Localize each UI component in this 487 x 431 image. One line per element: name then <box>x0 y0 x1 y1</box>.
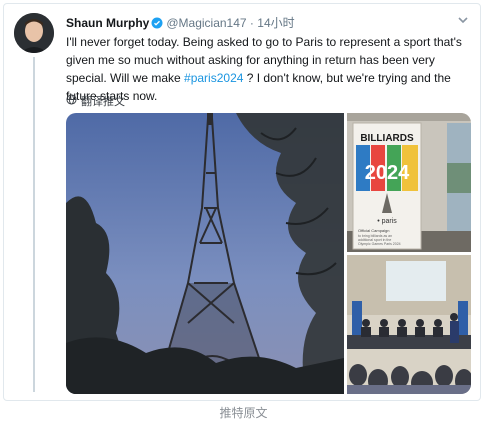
press-conference-photo[interactable] <box>347 255 471 394</box>
translate-button[interactable]: 翻译推文 <box>66 93 125 109</box>
media-grid: BILLIARDS 2024 • paris Official Campaign… <box>66 113 471 394</box>
chevron-down-icon[interactable] <box>456 13 470 27</box>
banner-city: • paris <box>377 218 397 225</box>
author-name[interactable]: Shaun Murphy <box>66 16 149 30</box>
banner-year: 2024 <box>365 162 410 184</box>
caption-original-tweet: 推特原文 <box>219 406 268 420</box>
tweet-card: Shaun Murphy @Magician147 · 14小时 I'll nev… <box>3 3 481 401</box>
hashtag-link[interactable]: #paris2024 <box>184 71 243 85</box>
billiards-banner-photo[interactable]: BILLIARDS 2024 • paris Official Campaign… <box>347 113 471 252</box>
avatar[interactable] <box>14 13 54 53</box>
globe-icon <box>66 94 77 108</box>
translate-label: 翻译推文 <box>81 96 125 108</box>
separator-dot: · <box>249 16 254 30</box>
banner-subtitle: Official Campaign <box>358 228 390 233</box>
tweet-header: Shaun Murphy @Magician147 · 14小时 <box>66 14 295 32</box>
thread-line <box>33 57 35 392</box>
banner-title: BILLIARDS <box>360 133 414 144</box>
verified-badge-icon <box>151 17 163 32</box>
banner-subtitle: Olympic Games Paris 2024 <box>358 242 401 246</box>
author-handle[interactable]: @Magician147 <box>166 16 246 30</box>
eiffel-tower-photo[interactable] <box>66 113 344 394</box>
tweet-time[interactable]: 14小时 <box>257 16 294 30</box>
tweet-text: I'll never forget today. Being asked to … <box>66 33 471 105</box>
